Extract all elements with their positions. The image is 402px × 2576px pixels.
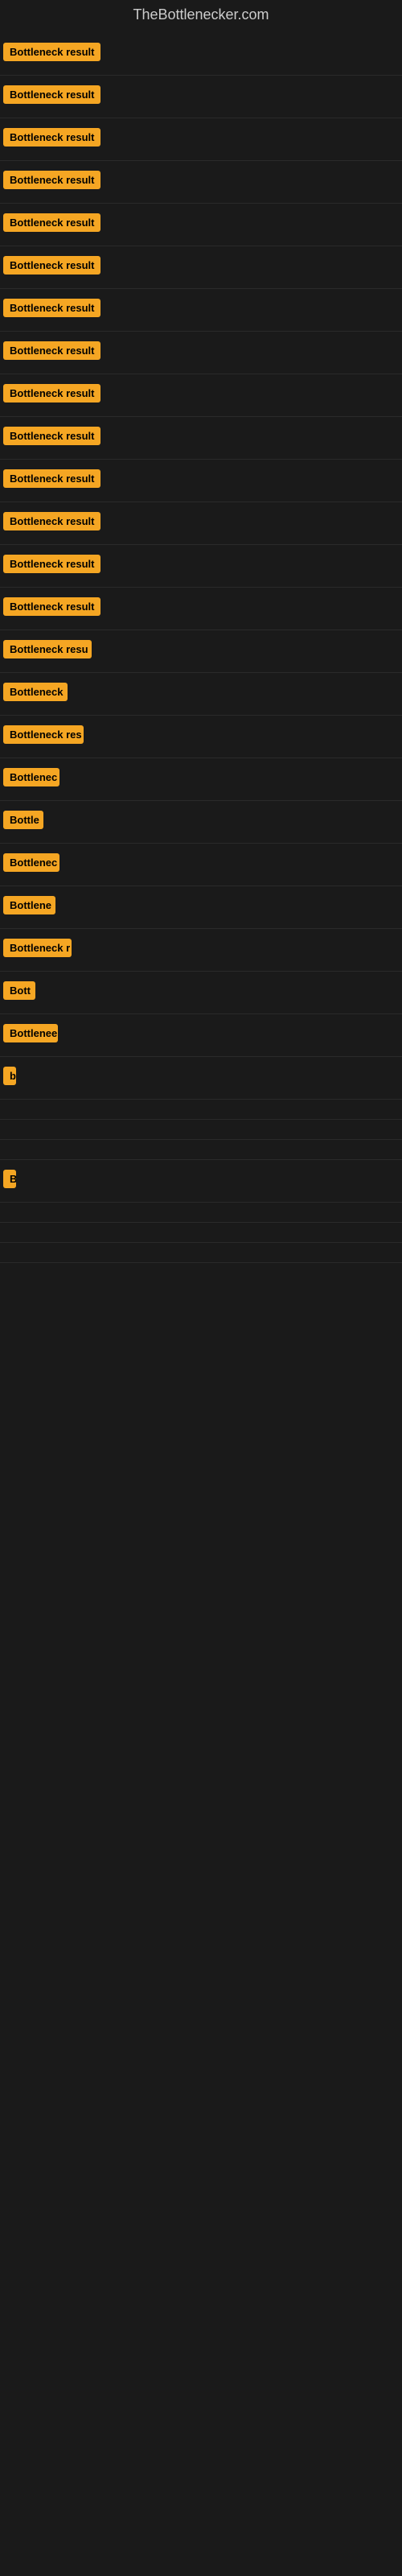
list-item: [0, 1140, 402, 1160]
bottleneck-result-badge[interactable]: Bottleneck result: [3, 85, 100, 104]
bottleneck-result-badge[interactable]: Bottleneck result: [3, 213, 100, 232]
list-item: Bottlenec: [0, 758, 402, 801]
rows-container: Bottleneck result Bottleneck result Bottle…: [0, 33, 402, 1263]
list-item: Bottlenee: [0, 1014, 402, 1057]
bottleneck-result-badge[interactable]: Bottleneck result: [3, 469, 100, 488]
list-item: Bottlenec: [0, 844, 402, 886]
list-item: [0, 1203, 402, 1223]
list-item: Bottleneck result: [0, 332, 402, 374]
list-item: Bottleneck result: [0, 588, 402, 630]
list-item: Bottleneck result: [0, 545, 402, 588]
list-item: [0, 1243, 402, 1263]
list-item: Bottleneck result: [0, 460, 402, 502]
bottleneck-result-badge[interactable]: Bottleneck result: [3, 427, 100, 445]
bottleneck-result-badge[interactable]: Bottlenec: [3, 853, 59, 872]
bottleneck-result-badge[interactable]: Bottlenee: [3, 1024, 58, 1042]
list-item: Bottleneck res: [0, 716, 402, 758]
list-item: B: [0, 1160, 402, 1203]
list-item: Bottlene: [0, 886, 402, 929]
list-item: Bottleneck result: [0, 161, 402, 204]
bottleneck-result-badge[interactable]: Bottleneck resu: [3, 640, 92, 658]
bottleneck-result-badge[interactable]: Bottleneck result: [3, 256, 100, 275]
bottleneck-result-badge[interactable]: Bottleneck result: [3, 43, 100, 61]
list-item: Bottleneck result: [0, 118, 402, 161]
list-item: [0, 1120, 402, 1140]
list-item: [0, 1223, 402, 1243]
list-item: Bottleneck resu: [0, 630, 402, 673]
list-item: [0, 1100, 402, 1120]
site-title-container: TheBottlenecker.com: [0, 0, 402, 33]
bottleneck-result-badge[interactable]: b: [3, 1067, 16, 1085]
bottleneck-result-badge[interactable]: Bottleneck r: [3, 939, 72, 957]
list-item: Bottleneck result: [0, 289, 402, 332]
list-item: Bottleneck result: [0, 204, 402, 246]
list-item: b: [0, 1057, 402, 1100]
list-item: Bottleneck result: [0, 417, 402, 460]
list-item: Bottleneck result: [0, 374, 402, 417]
bottleneck-result-badge[interactable]: B: [3, 1170, 16, 1188]
list-item: Bottleneck result: [0, 76, 402, 118]
bottleneck-result-badge[interactable]: Bottleneck result: [3, 299, 100, 317]
list-item: Bottleneck result: [0, 246, 402, 289]
bottleneck-result-badge[interactable]: Bott: [3, 981, 35, 1000]
bottleneck-result-badge[interactable]: Bottleneck result: [3, 384, 100, 402]
bottleneck-result-badge[interactable]: Bottleneck result: [3, 128, 100, 147]
bottleneck-result-badge[interactable]: Bottlene: [3, 896, 55, 914]
bottleneck-result-badge[interactable]: Bottleneck result: [3, 341, 100, 360]
bottleneck-result-badge[interactable]: Bottleneck result: [3, 171, 100, 189]
list-item: Bottle: [0, 801, 402, 844]
bottleneck-result-badge[interactable]: Bottleneck result: [3, 555, 100, 573]
bottleneck-result-badge[interactable]: Bottleneck res: [3, 725, 84, 744]
bottleneck-result-badge[interactable]: Bottlenec: [3, 768, 59, 786]
list-item: Bott: [0, 972, 402, 1014]
bottleneck-result-badge[interactable]: Bottleneck result: [3, 597, 100, 616]
site-title: TheBottlenecker.com: [0, 0, 402, 33]
bottleneck-result-badge[interactable]: Bottleneck result: [3, 512, 100, 530]
bottleneck-result-badge[interactable]: Bottleneck: [3, 683, 68, 701]
list-item: Bottleneck result: [0, 33, 402, 76]
list-item: Bottleneck r: [0, 929, 402, 972]
list-item: Bottleneck: [0, 673, 402, 716]
list-item: Bottleneck result: [0, 502, 402, 545]
bottleneck-result-badge[interactable]: Bottle: [3, 811, 43, 829]
